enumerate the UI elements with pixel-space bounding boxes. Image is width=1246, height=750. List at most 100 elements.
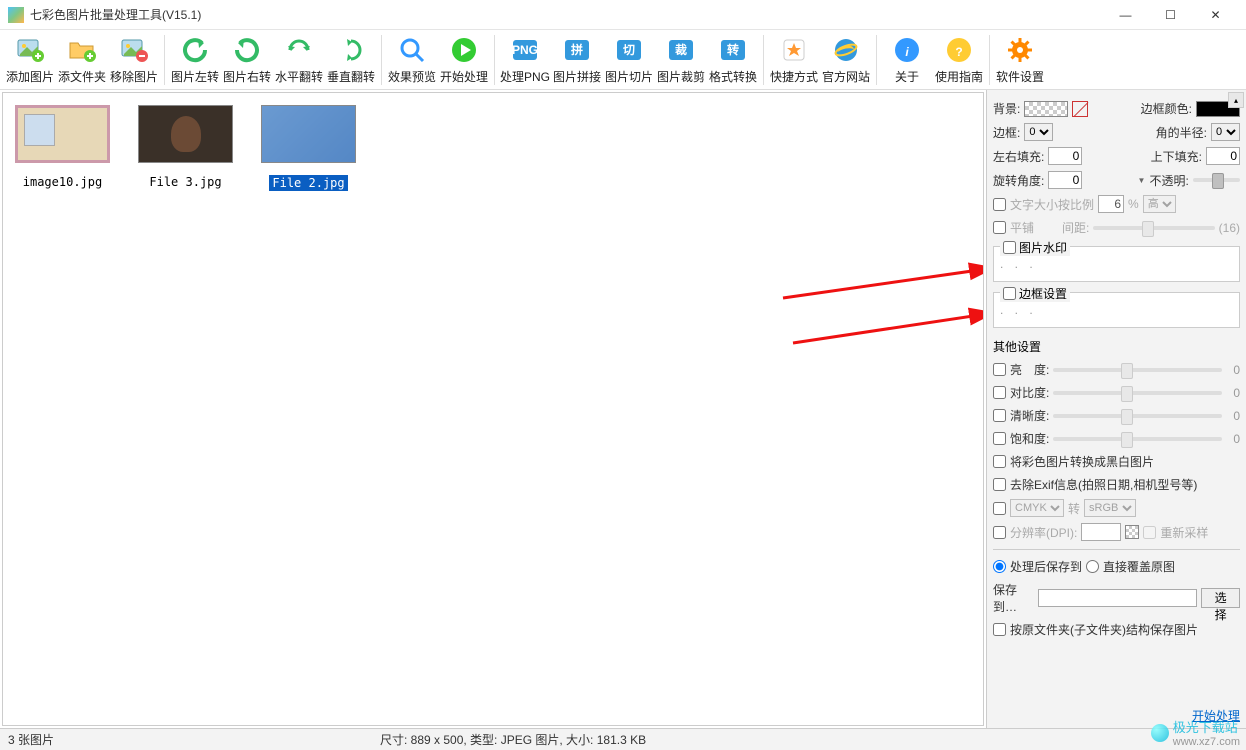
thumbnail-item[interactable]: File 2.jpg xyxy=(261,105,356,191)
colorspace-to-select: sRGB xyxy=(1084,499,1136,517)
saturation-checkbox[interactable] xyxy=(993,432,1006,445)
tool-使用指南[interactable]: ?使用指南 xyxy=(933,32,985,88)
thumbnail-pane[interactable]: image10.jpg File 3.jpg File 2.jpg xyxy=(2,92,984,726)
thumbnail-name: File 2.jpg xyxy=(269,175,347,191)
tool-格式转换[interactable]: 转格式转换 xyxy=(707,32,759,88)
dpi-label: 分辨率(DPI): xyxy=(1010,524,1077,541)
thumbnail-item[interactable]: image10.jpg xyxy=(15,105,110,189)
sharpness-label: 清晰度: xyxy=(1010,407,1049,424)
colorspace-checkbox[interactable] xyxy=(993,502,1006,515)
tool-效果预览[interactable]: 效果预览 xyxy=(386,32,438,88)
brightness-checkbox[interactable] xyxy=(993,363,1006,376)
tool-快捷方式[interactable]: 快捷方式 xyxy=(768,32,820,88)
sharpness-checkbox[interactable] xyxy=(993,409,1006,422)
tool-label: 官方网站 xyxy=(822,68,870,85)
scale-dim-select: 高 xyxy=(1143,195,1176,213)
svg-text:拼: 拼 xyxy=(571,42,583,57)
bg-swatch[interactable] xyxy=(1024,101,1068,117)
tool-图片左转[interactable]: 图片左转 xyxy=(169,32,221,88)
keep-struct-label: 按原文件夹(子文件夹)结构保存图片 xyxy=(1010,621,1198,638)
maximize-button[interactable]: ☐ xyxy=(1148,1,1193,29)
tool-label: 水平翻转 xyxy=(275,68,323,85)
statusbar: 3 张图片 尺寸: 889 x 500, 类型: JPEG 图片, 大小: 18… xyxy=(0,728,1246,750)
radius-select[interactable]: 0 xyxy=(1211,123,1240,141)
exif-checkbox[interactable] xyxy=(993,478,1006,491)
settings-panel: ▴ 背景: 边框颜色: 边框: 0 角的半径: 0 左右填充: 上下填充: 旋转… xyxy=(986,90,1246,728)
opacity-slider[interactable] xyxy=(1193,178,1240,182)
tool-添加图片[interactable]: 添加图片 xyxy=(4,32,56,88)
brightness-label: 亮 度: xyxy=(1010,361,1049,378)
tool-label: 关于 xyxy=(895,68,919,85)
bw-label: 将彩色图片转换成黑白图片 xyxy=(1010,453,1154,470)
bw-checkbox[interactable] xyxy=(993,455,1006,468)
tool-开始处理[interactable]: 开始处理 xyxy=(438,32,490,88)
saturation-slider xyxy=(1053,437,1222,441)
dots: . . . xyxy=(1000,303,1233,317)
save-after-label: 处理后保存到 xyxy=(1010,558,1082,575)
tool-水平翻转[interactable]: 水平翻转 xyxy=(273,32,325,88)
saturation-value: 0 xyxy=(1226,432,1240,446)
tool-添文件夹[interactable]: 添文件夹 xyxy=(56,32,108,88)
watermark-icon xyxy=(1151,724,1169,742)
contrast-checkbox[interactable] xyxy=(993,386,1006,399)
badge-icon: 裁 xyxy=(665,34,697,66)
browse-button[interactable]: 选择 xyxy=(1201,588,1240,608)
tool-label: 添加图片 xyxy=(6,68,54,85)
play-icon xyxy=(448,34,480,66)
pad-lr-input[interactable] xyxy=(1048,147,1082,165)
save-path-input[interactable] xyxy=(1038,589,1197,607)
app-icon xyxy=(8,7,24,23)
img-plus-icon xyxy=(14,34,46,66)
tool-图片切片[interactable]: 切图片切片 xyxy=(603,32,655,88)
svg-text:裁: 裁 xyxy=(675,42,687,57)
scroll-up-button[interactable]: ▴ xyxy=(1228,92,1244,108)
thumbnail-item[interactable]: File 3.jpg xyxy=(138,105,233,189)
thumbnail-image xyxy=(15,105,110,163)
border-label: 边框: xyxy=(993,124,1020,141)
no-color-icon[interactable] xyxy=(1072,101,1088,117)
tool-关于[interactable]: i关于 xyxy=(881,32,933,88)
contrast-slider xyxy=(1053,391,1222,395)
tool-垂直翻转[interactable]: 垂直翻转 xyxy=(325,32,377,88)
badge-icon: 拼 xyxy=(561,34,593,66)
scale-checkbox[interactable] xyxy=(993,198,1006,211)
tool-label: 图片裁剪 xyxy=(657,68,705,85)
tile-checkbox[interactable] xyxy=(993,221,1006,234)
dpi-input xyxy=(1081,523,1121,541)
tool-处理PNG[interactable]: PNG处理PNG xyxy=(499,32,551,88)
border-settings-checkbox[interactable] xyxy=(1003,287,1016,300)
image-watermark-checkbox[interactable] xyxy=(1003,241,1016,254)
image-watermark-section: 图片水印 . . . xyxy=(993,246,1240,282)
tool-官方网站[interactable]: 官方网站 xyxy=(820,32,872,88)
thumbnail-name: image10.jpg xyxy=(23,175,102,189)
thumbnail-image xyxy=(261,105,356,163)
brightness-value: 0 xyxy=(1226,363,1240,377)
dpi-checkbox[interactable] xyxy=(993,526,1006,539)
rotate-label: 旋转角度: xyxy=(993,172,1044,189)
saturation-label: 饱和度: xyxy=(1010,430,1049,447)
tool-图片拼接[interactable]: 拼图片拼接 xyxy=(551,32,603,88)
opacity-arrow-icon[interactable]: ▼ xyxy=(1138,176,1146,185)
scale-input xyxy=(1098,195,1124,213)
keep-struct-checkbox[interactable] xyxy=(993,623,1006,636)
flip-v-icon xyxy=(335,34,367,66)
border-select[interactable]: 0 xyxy=(1024,123,1053,141)
tool-图片裁剪[interactable]: 裁图片裁剪 xyxy=(655,32,707,88)
tool-label: 快捷方式 xyxy=(770,68,818,85)
contrast-value: 0 xyxy=(1226,386,1240,400)
badge-icon: PNG xyxy=(509,34,541,66)
dpi-swatch xyxy=(1125,525,1139,539)
badge-icon: 转 xyxy=(717,34,749,66)
rotate-input[interactable] xyxy=(1048,171,1082,189)
titlebar: 七彩色图片批量处理工具(V15.1) — ☐ ✕ xyxy=(0,0,1246,30)
overwrite-radio[interactable] xyxy=(1086,560,1099,573)
tool-移除图片[interactable]: 移除图片 xyxy=(108,32,160,88)
minimize-button[interactable]: — xyxy=(1103,1,1148,29)
save-after-radio[interactable] xyxy=(993,560,1006,573)
close-button[interactable]: ✕ xyxy=(1193,1,1238,29)
pad-tb-input[interactable] xyxy=(1206,147,1240,165)
gear-icon xyxy=(1004,34,1036,66)
border-settings-label: 边框设置 xyxy=(1019,285,1067,302)
tool-软件设置[interactable]: 软件设置 xyxy=(994,32,1046,88)
tool-图片右转[interactable]: 图片右转 xyxy=(221,32,273,88)
